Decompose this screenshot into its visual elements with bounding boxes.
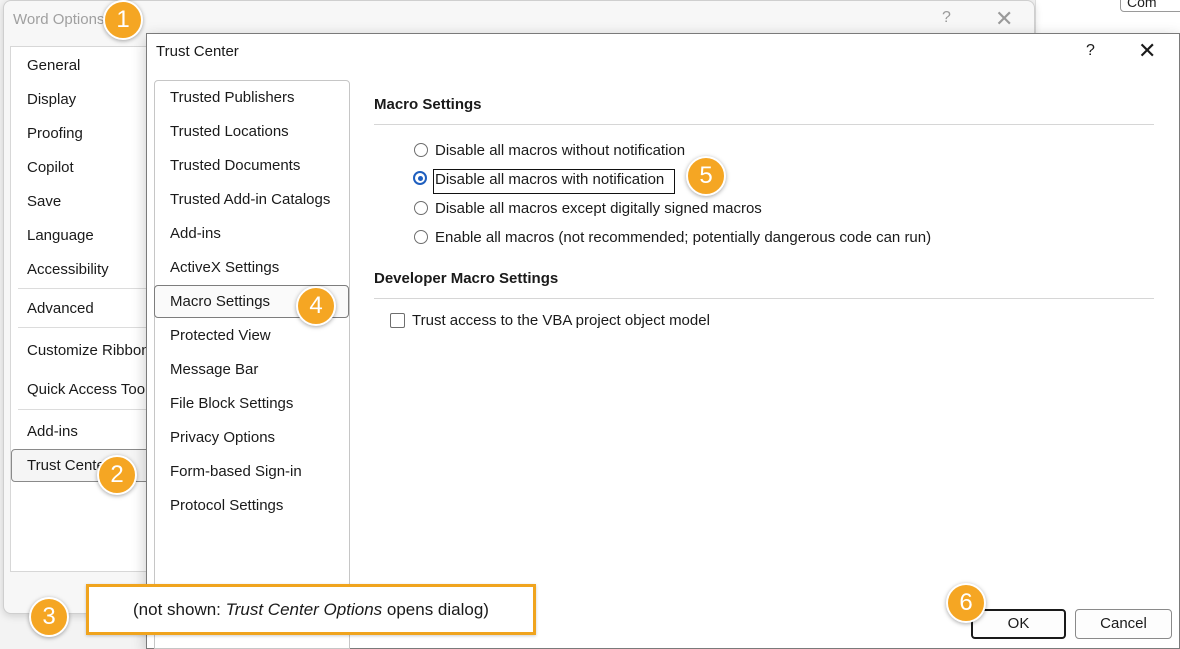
- vba-trust-checkbox[interactable]: [390, 313, 405, 328]
- nav-item-copilot[interactable]: Copilot: [27, 159, 74, 176]
- tc-nav-activex-settings[interactable]: ActiveX Settings: [170, 259, 279, 276]
- nav-item-general[interactable]: General: [27, 57, 80, 74]
- macro-settings-heading: Macro Settings: [374, 96, 482, 113]
- section-divider: [374, 124, 1154, 125]
- step-callout-5: 5: [686, 156, 726, 196]
- radio-label-enable-all-macros[interactable]: Enable all macros (not recommended; pote…: [435, 229, 931, 246]
- tc-nav-message-bar[interactable]: Message Bar: [170, 361, 258, 378]
- tc-nav-form-based-sign-in[interactable]: Form-based Sign-in: [170, 463, 302, 480]
- note-prefix: (not shown:: [133, 600, 226, 619]
- trust-center-close-icon[interactable]: ✕: [1138, 38, 1156, 64]
- nav-item-advanced[interactable]: Advanced: [27, 300, 94, 317]
- tc-nav-privacy-options[interactable]: Privacy Options: [170, 429, 275, 446]
- nav-item-customize-ribbon[interactable]: Customize Ribbon: [27, 342, 150, 359]
- trust-center-help-button[interactable]: ?: [1086, 42, 1095, 60]
- word-options-close-icon[interactable]: ✕: [995, 6, 1013, 32]
- tc-nav-trusted-add-in-catalogs[interactable]: Trusted Add-in Catalogs: [170, 191, 330, 208]
- radio-disable-except-signed[interactable]: [414, 201, 428, 215]
- nav-item-accessibility[interactable]: Accessibility: [27, 261, 109, 278]
- radio-enable-all-macros[interactable]: [414, 230, 428, 244]
- vba-trust-checkbox-label[interactable]: Trust access to the VBA project object m…: [412, 312, 710, 329]
- tc-nav-trusted-documents[interactable]: Trusted Documents: [170, 157, 300, 174]
- word-options-help-button[interactable]: ?: [942, 9, 951, 27]
- trust-center-title: Trust Center: [156, 43, 239, 60]
- step-callout-3: 3: [29, 597, 69, 637]
- radio-label-disable-with-notification[interactable]: Disable all macros with notification: [435, 171, 664, 188]
- ok-button[interactable]: OK: [971, 609, 1066, 639]
- radio-disable-without-notification[interactable]: [414, 143, 428, 157]
- cancel-button[interactable]: Cancel: [1075, 609, 1172, 639]
- nav-item-save[interactable]: Save: [27, 193, 61, 210]
- annotation-note: (not shown: Trust Center Options opens d…: [86, 584, 536, 635]
- note-suffix: opens dialog): [382, 600, 489, 619]
- tc-nav-file-block-settings[interactable]: File Block Settings: [170, 395, 293, 412]
- nav-separator: [18, 409, 148, 410]
- tc-nav-trusted-publishers[interactable]: Trusted Publishers: [170, 89, 295, 106]
- radio-label-disable-without-notification[interactable]: Disable all macros without notification: [435, 142, 685, 159]
- step-callout-4: 4: [296, 286, 336, 326]
- step-callout-2: 2: [97, 455, 137, 495]
- step-callout-6: 6: [946, 583, 986, 623]
- developer-macro-settings-heading: Developer Macro Settings: [374, 270, 559, 287]
- nav-separator: [18, 288, 148, 289]
- tc-nav-protocol-settings[interactable]: Protocol Settings: [170, 497, 283, 514]
- tc-nav-macro-settings[interactable]: Macro Settings: [170, 293, 270, 310]
- nav-separator: [18, 327, 148, 328]
- tc-nav-protected-view[interactable]: Protected View: [170, 327, 271, 344]
- nav-item-display[interactable]: Display: [27, 91, 76, 108]
- word-options-title: Word Options: [13, 11, 105, 28]
- radio-label-disable-except-signed[interactable]: Disable all macros except digitally sign…: [435, 200, 762, 217]
- note-emphasis: Trust Center Options: [225, 600, 383, 619]
- background-tab: Com: [1120, 0, 1180, 12]
- tc-nav-add-ins[interactable]: Add-ins: [170, 225, 221, 242]
- tc-nav-trusted-locations[interactable]: Trusted Locations: [170, 123, 289, 140]
- radio-disable-with-notification[interactable]: [413, 171, 427, 185]
- step-callout-1: 1: [103, 0, 143, 40]
- nav-item-add-ins[interactable]: Add-ins: [27, 423, 78, 440]
- nav-item-proofing[interactable]: Proofing: [27, 125, 83, 142]
- section-divider: [374, 298, 1154, 299]
- nav-item-language[interactable]: Language: [27, 227, 94, 244]
